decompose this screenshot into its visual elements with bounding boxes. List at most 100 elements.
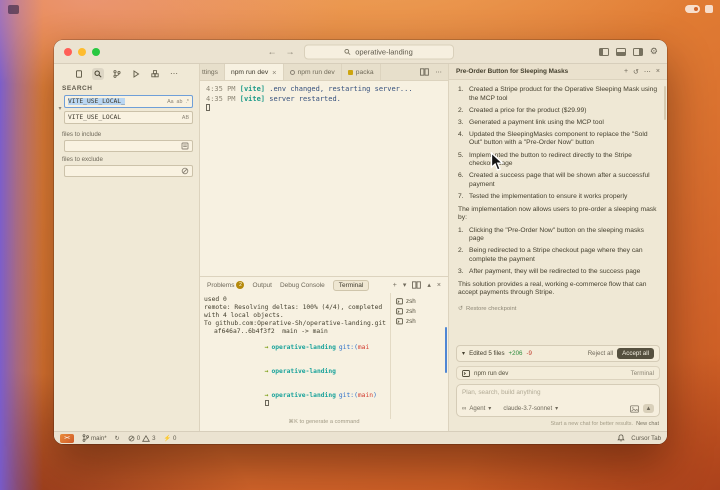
chat-paragraph: This solution provides a real, working e… [458, 280, 647, 297]
attach-image-icon[interactable] [630, 404, 639, 413]
close-chat-icon[interactable]: × [656, 68, 660, 75]
terminal-line: af646a7..6b4f3f2 main -> main [214, 328, 328, 335]
tab-debug-console[interactable]: Debug Console [280, 282, 325, 289]
bottom-panel: Problems 2 Output Debug Console Terminal… [200, 276, 448, 431]
editor-cursor [206, 104, 210, 111]
chat-input-box[interactable]: Plan, search, build anything ∞ Agent ▾ c… [456, 384, 660, 417]
split-editor-icon[interactable] [420, 68, 430, 76]
back-button[interactable]: ← [268, 47, 277, 56]
open-editors-icon[interactable] [181, 142, 189, 150]
terminal-dropdown-icon[interactable]: ▾ [403, 281, 407, 289]
model-dropdown-icon[interactable]: ▾ [555, 405, 558, 412]
minimize-window-button[interactable] [78, 47, 86, 56]
sync-changes-button[interactable]: ↻ [115, 435, 120, 442]
close-panel-icon[interactable]: × [437, 282, 441, 289]
close-tab-icon[interactable]: × [272, 68, 276, 77]
status-bar: >< main* ↻ 0 3 ⚡ 0 Cursor Tab [54, 431, 667, 444]
ports-indicator[interactable]: ⚡ 0 [163, 435, 176, 442]
tab-output[interactable]: Output [252, 282, 272, 289]
model-selector[interactable]: claude-3.7-sonnet [503, 405, 552, 412]
exclude-settings-icon[interactable] [181, 167, 189, 175]
split-terminal-icon[interactable] [412, 281, 422, 289]
explorer-icon[interactable] [73, 68, 85, 80]
editor-content[interactable]: 4:35 PM [vite] .env changed, restarting … [200, 81, 448, 276]
vite-log-line: 4:35 PM [vite] .env changed, restarting … [206, 85, 413, 93]
control-center-icon[interactable] [705, 5, 713, 13]
close-window-button[interactable] [64, 47, 72, 56]
toggle-primary-sidebar-icon[interactable] [598, 47, 609, 56]
chat-history-icon[interactable]: ↺ [633, 68, 639, 76]
extensions-icon[interactable] [149, 68, 161, 80]
restore-checkpoint-button[interactable]: ↺ Restore checkpoint [458, 305, 658, 314]
chat-bottom-area: ▾ Edited 5 files +206 -9 Reject all Acce… [449, 341, 667, 417]
remote-indicator[interactable]: >< [60, 433, 74, 443]
agent-mode-selector[interactable]: Agent [469, 405, 485, 412]
agent-dropdown-icon[interactable]: ▾ [488, 405, 491, 412]
notifications-bell-icon[interactable] [617, 434, 625, 442]
replace-input[interactable]: VITE_USE_LOCAL AB [64, 111, 193, 124]
files-include-input[interactable] [64, 140, 193, 152]
terminal-list-scrollbar[interactable] [445, 327, 447, 373]
accept-all-button[interactable]: Accept all [617, 348, 654, 359]
regex-icon[interactable]: .* [185, 99, 189, 105]
chat-scrollbar[interactable] [664, 86, 666, 120]
search-view-icon[interactable] [92, 67, 104, 80]
tab-problems[interactable]: Problems 2 [207, 281, 245, 289]
terminal-list-item[interactable]: zsh [396, 296, 444, 306]
tab-package[interactable]: packa [342, 64, 381, 80]
toggle-replace-chevron-icon[interactable]: ▾ [56, 95, 64, 127]
terminal-output[interactable]: used 0 remote: Resolving deltas: 100% (4… [200, 293, 390, 419]
preserve-case-icon[interactable]: AB [182, 115, 189, 121]
tool-call-card[interactable]: npm run dev Terminal [456, 366, 660, 380]
tab-npm-run-dev-1[interactable]: npm run dev × [224, 64, 284, 80]
review-chevron-icon[interactable]: ▾ [462, 350, 465, 357]
chat-more-icon[interactable]: ⋯ [644, 68, 651, 76]
reject-all-button[interactable]: Reject all [588, 350, 613, 357]
branch-indicator[interactable]: main* [82, 434, 107, 442]
files-exclude-input[interactable] [64, 165, 193, 177]
new-chat-icon[interactable]: + [624, 68, 628, 75]
editor-actions-more-icon[interactable]: ⋯ [435, 68, 442, 76]
cursor-tab-indicator[interactable]: Cursor Tab [631, 435, 661, 442]
search-input[interactable]: VITE_USE_LOCAL_ Aa ab .* [64, 95, 193, 108]
traffic-lights [64, 47, 100, 56]
errors-icon [128, 435, 135, 441]
recording-indicator-icon[interactable] [685, 5, 700, 13]
command-center-search[interactable]: operative-landing [303, 44, 454, 59]
chat-step: 5. Implemented the button to redirect dir… [458, 151, 632, 168]
zoom-window-button[interactable] [92, 47, 100, 56]
toggle-panel-icon[interactable] [615, 47, 626, 56]
chat-step: 4. Updated the SleepingMasks component to… [458, 130, 648, 147]
terminal-icon [462, 369, 470, 377]
files-exclude-label: files to exclude [62, 156, 103, 163]
terminal-line: To github.com:Operative-Sh/operative-lan… [204, 320, 386, 327]
terminal-list-item[interactable]: zsh [396, 316, 444, 326]
tab-npm-run-dev-2[interactable]: npm run dev [284, 64, 342, 80]
shell-icon [396, 297, 403, 304]
more-views-icon[interactable]: ⋯ [168, 68, 180, 80]
maximize-panel-icon[interactable]: ▴ [427, 281, 431, 289]
new-terminal-icon[interactable]: + [393, 282, 397, 289]
settings-gear-icon[interactable]: ⚙ [650, 47, 658, 56]
terminal-list-item[interactable]: zsh [396, 306, 444, 316]
chat-flow-step: 2. Being redirected to a Stripe checkout … [458, 247, 643, 263]
run-debug-icon[interactable] [130, 68, 142, 80]
forward-button[interactable]: → [286, 47, 295, 56]
tab-terminal[interactable]: Terminal [332, 279, 370, 291]
terminal-cursor [264, 400, 269, 406]
chat-header: Pre-Order Button for Sleeping Masks + ↺ … [449, 64, 667, 80]
terminal-line: remote: Resolving deltas: 100% (4/4), co… [204, 304, 386, 319]
chat-step: 6. Created a success page that will be sh… [458, 172, 650, 188]
send-button[interactable]: ▲ [643, 404, 654, 413]
replace-input-value: VITE_USE_LOCAL [68, 114, 122, 121]
toggle-secondary-sidebar-icon[interactable] [632, 47, 643, 56]
main-area: ⋯ SEARCH ▾ VITE_USE_LOCAL_ Aa ab .* VITE… [54, 64, 667, 431]
new-chat-link[interactable]: New chat [636, 421, 659, 427]
problems-indicator[interactable]: 0 3 [128, 435, 155, 442]
match-case-icon[interactable]: Aa [167, 99, 173, 105]
window-title: operative-landing [355, 47, 413, 56]
whole-word-icon[interactable]: ab [177, 99, 183, 105]
tab-settings[interactable]: ttings [200, 64, 225, 80]
terminal-tab-icon [289, 69, 295, 75]
source-control-icon[interactable] [111, 68, 123, 80]
